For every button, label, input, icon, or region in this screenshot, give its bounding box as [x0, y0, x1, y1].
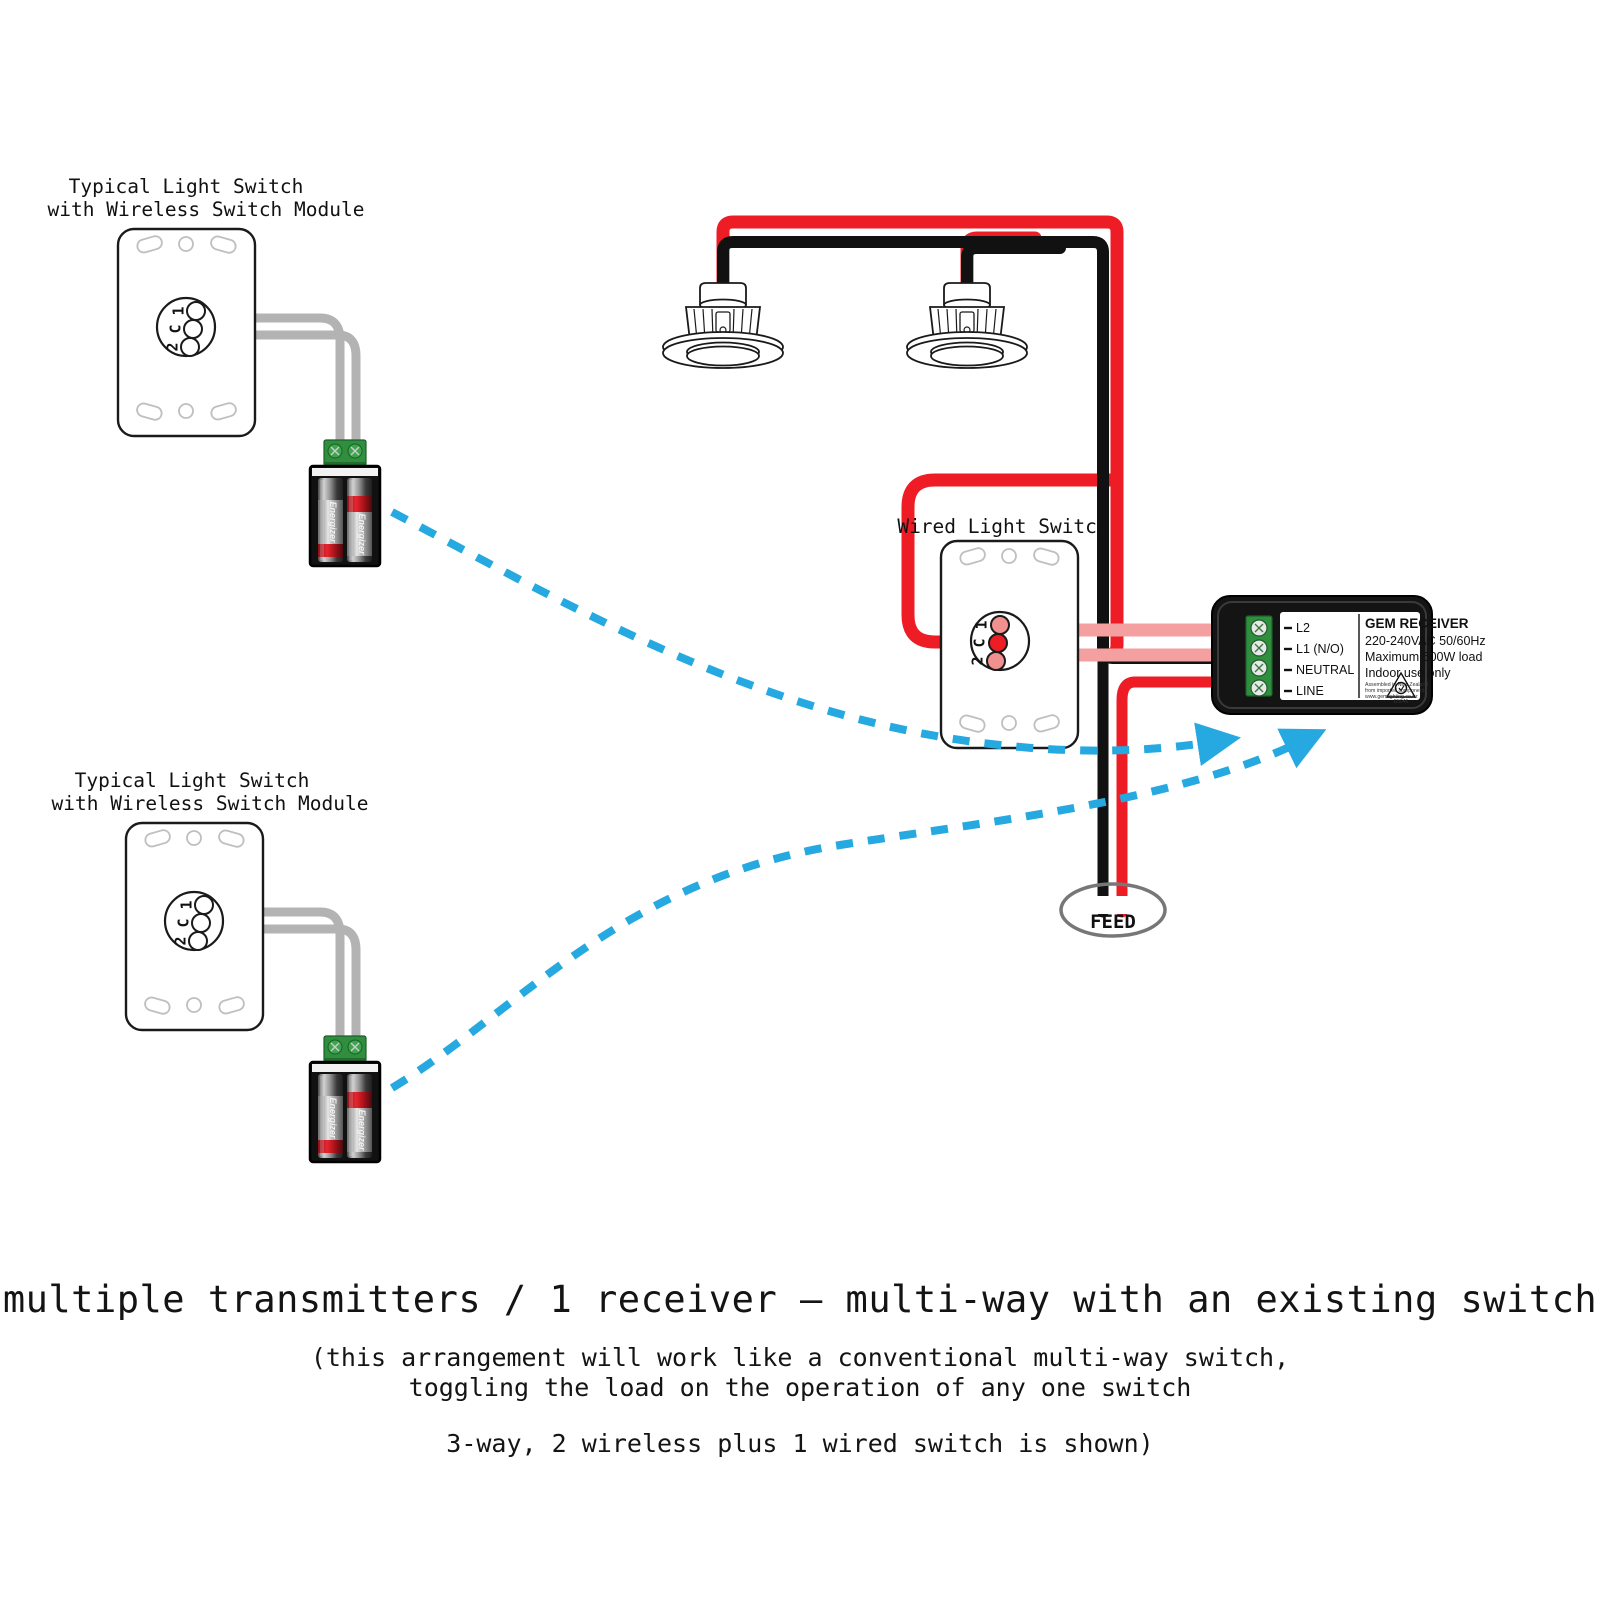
diagram-title: multiple transmitters / 1 receiver – mul…: [3, 1278, 1597, 1321]
caption-line-1: (this arrangement will work like a conve…: [311, 1343, 1289, 1372]
caption-line-3: 3-way, 2 wireless plus 1 wired switch is…: [446, 1429, 1153, 1458]
caption-layer: multiple transmitters / 1 receiver – mul…: [3, 1278, 1597, 1458]
caption-line-2: toggling the load on the operation of an…: [409, 1373, 1192, 1402]
wiring-diagram-canvas: Typical Light Switch with Wireless Switc…: [0, 0, 1600, 1600]
